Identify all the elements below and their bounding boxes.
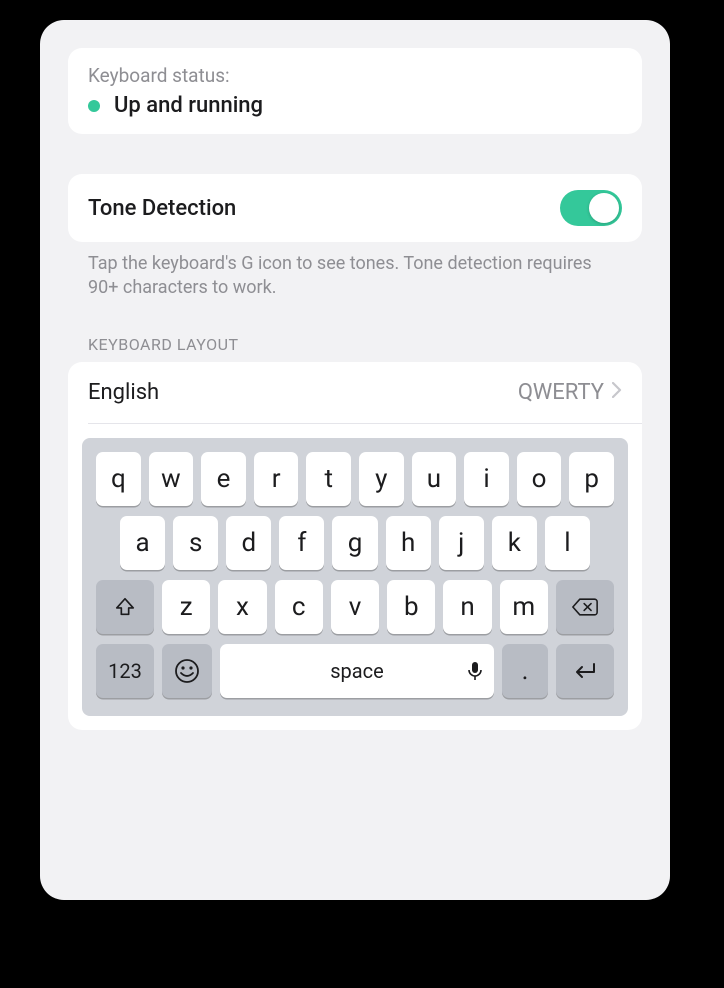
shift-key[interactable]	[96, 580, 154, 634]
settings-panel: Keyboard status: Up and running Tone Det…	[40, 20, 670, 900]
tone-detection-row: Tone Detection	[68, 174, 642, 242]
layout-language-row[interactable]: English QWERTY	[68, 362, 642, 423]
space-label: space	[330, 659, 384, 683]
emoji-key[interactable]	[162, 644, 212, 698]
keyboard-layout-header: KEYBOARD LAYOUT	[68, 301, 642, 362]
keyboard-row-2: a s d f g h j k l	[96, 516, 614, 570]
keyboard-row-4: 123 space .	[96, 644, 614, 698]
key-a[interactable]: a	[120, 516, 165, 570]
key-j[interactable]: j	[439, 516, 484, 570]
backspace-icon	[572, 597, 598, 617]
status-row: Up and running	[88, 93, 622, 118]
return-key[interactable]	[556, 644, 614, 698]
emoji-icon	[174, 658, 200, 684]
keyboard-row-1: q w e r t y u i o p	[96, 452, 614, 506]
key-h[interactable]: h	[386, 516, 431, 570]
keyboard-row-3: z x c v b n m	[96, 580, 614, 634]
key-s[interactable]: s	[173, 516, 218, 570]
layout-card: English QWERTY q w e r t y u i o p	[68, 362, 642, 730]
key-r[interactable]: r	[254, 452, 299, 506]
key-y[interactable]: y	[359, 452, 404, 506]
return-icon	[572, 661, 598, 681]
keyboard-preview: q w e r t y u i o p a s d f g h j k l	[82, 438, 628, 716]
space-key[interactable]: space	[220, 644, 494, 698]
mic-icon	[468, 661, 482, 681]
key-b[interactable]: b	[387, 580, 435, 634]
key-k[interactable]: k	[492, 516, 537, 570]
status-text: Up and running	[114, 93, 263, 118]
key-o[interactable]: o	[517, 452, 562, 506]
key-g[interactable]: g	[332, 516, 377, 570]
key-t[interactable]: t	[306, 452, 351, 506]
layout-value: QWERTY	[518, 380, 604, 405]
status-card: Keyboard status: Up and running	[68, 48, 642, 134]
key-e[interactable]: e	[201, 452, 246, 506]
key-m[interactable]: m	[500, 580, 548, 634]
status-dot-icon	[88, 100, 100, 112]
shift-icon	[114, 596, 136, 618]
key-f[interactable]: f	[279, 516, 324, 570]
key-z[interactable]: z	[162, 580, 210, 634]
layout-value-wrap: QWERTY	[518, 380, 622, 405]
tone-detection-section: Tone Detection Tap the keyboard's G icon…	[68, 174, 642, 301]
key-q[interactable]: q	[96, 452, 141, 506]
key-l[interactable]: l	[545, 516, 590, 570]
key-u[interactable]: u	[412, 452, 457, 506]
period-key[interactable]: .	[502, 644, 548, 698]
toggle-knob	[589, 193, 619, 223]
key-n[interactable]: n	[443, 580, 491, 634]
key-w[interactable]: w	[149, 452, 194, 506]
tone-detection-title: Tone Detection	[88, 196, 236, 221]
divider	[88, 423, 642, 424]
tone-detection-toggle[interactable]	[560, 190, 622, 226]
status-label: Keyboard status:	[88, 64, 622, 87]
key-d[interactable]: d	[226, 516, 271, 570]
numbers-key[interactable]: 123	[96, 644, 154, 698]
chevron-right-icon	[612, 381, 622, 403]
key-x[interactable]: x	[218, 580, 266, 634]
layout-language: English	[88, 380, 159, 405]
key-v[interactable]: v	[331, 580, 379, 634]
backspace-key[interactable]	[556, 580, 614, 634]
key-c[interactable]: c	[275, 580, 323, 634]
key-i[interactable]: i	[464, 452, 509, 506]
key-p[interactable]: p	[569, 452, 614, 506]
tone-detection-caption: Tap the keyboard's G icon to see tones. …	[68, 242, 642, 301]
